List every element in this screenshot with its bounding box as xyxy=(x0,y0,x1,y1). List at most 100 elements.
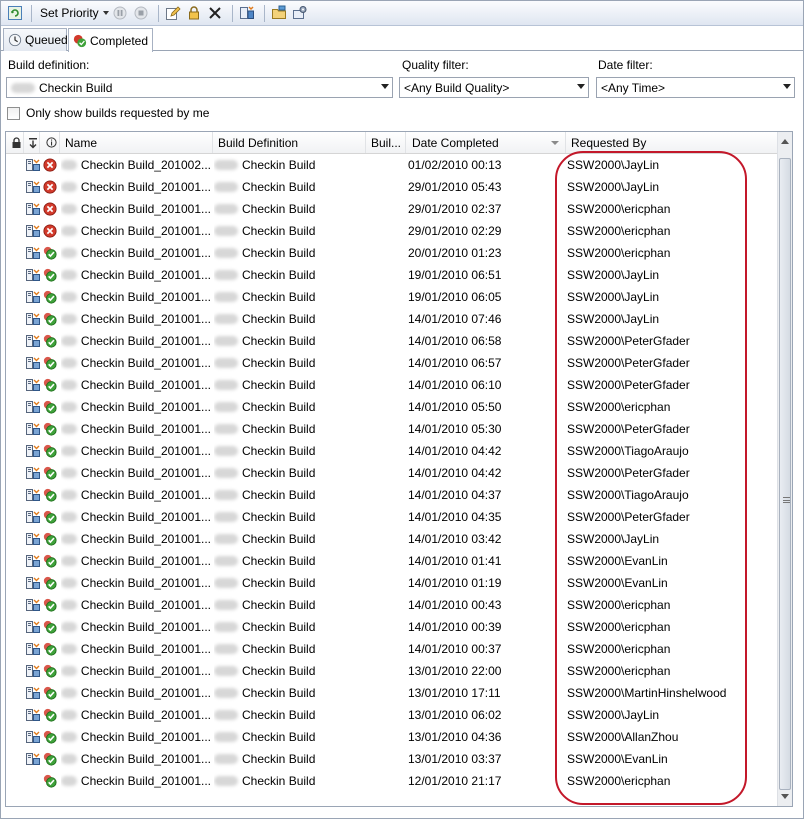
requested-by: SSW2000\ericphan xyxy=(567,246,671,260)
table-row[interactable]: Checkin Build_201001... Checkin Build 14… xyxy=(6,462,778,484)
settings-button[interactable] xyxy=(291,4,310,23)
header-build-agent[interactable]: Buil... xyxy=(366,132,406,153)
row-agent-cell xyxy=(25,682,41,704)
header-name[interactable]: Name xyxy=(60,132,213,153)
scroll-down-icon[interactable] xyxy=(781,794,789,799)
row-agent-cell xyxy=(25,462,41,484)
table-row[interactable]: Checkin Build_201001... Checkin Build 14… xyxy=(6,440,778,462)
set-priority-button[interactable]: Set Priority xyxy=(37,4,109,23)
lock-button[interactable] xyxy=(185,4,204,23)
date-completed: 14/01/2010 06:57 xyxy=(408,356,502,370)
redacted-text xyxy=(214,688,238,698)
header-status[interactable] xyxy=(40,132,60,153)
build-definition: Checkin Build xyxy=(242,576,316,590)
date-completed: 19/01/2010 06:05 xyxy=(408,290,502,304)
table-row[interactable]: Checkin Build_201001... Checkin Build 14… xyxy=(6,330,778,352)
redacted-text xyxy=(214,468,238,478)
table-row[interactable]: Checkin Build_201001... Checkin Build 14… xyxy=(6,308,778,330)
build-name: Checkin Build_201001... xyxy=(80,334,211,348)
header-priority[interactable] xyxy=(24,132,40,153)
requested-by: SSW2000\TiagoAraujo xyxy=(567,444,689,458)
pause-button[interactable] xyxy=(111,4,130,23)
header-retain[interactable] xyxy=(6,132,24,153)
row-definition-cell: Checkin Build xyxy=(214,330,364,352)
row-status-cell xyxy=(42,242,58,264)
row-requested-cell: SSW2000\JayLin xyxy=(567,154,767,176)
refresh-button[interactable] xyxy=(5,4,24,23)
only-mine-checkbox[interactable]: Only show builds requested by me xyxy=(7,106,209,120)
table-row[interactable]: Checkin Build_201001... Checkin Build 13… xyxy=(6,726,778,748)
row-status-cell xyxy=(42,440,58,462)
scroll-up-icon[interactable] xyxy=(781,139,789,144)
date-filter-combo[interactable]: <Any Time> xyxy=(596,77,795,98)
row-name-cell: Checkin Build_201001... xyxy=(61,242,211,264)
table-row[interactable]: Checkin Build_201001... Checkin Build 14… xyxy=(6,572,778,594)
header-requested-by[interactable]: Requested By xyxy=(566,132,778,153)
tab-queued[interactable]: Queued xyxy=(3,28,68,51)
open-drop-folder-button[interactable] xyxy=(270,4,289,23)
date-completed: 13/01/2010 04:36 xyxy=(408,730,502,744)
table-row[interactable]: Checkin Build_201001... Checkin Build 13… xyxy=(6,660,778,682)
build-agent-icon xyxy=(25,399,41,415)
table-row[interactable]: Checkin Build_201001... Checkin Build 14… xyxy=(6,352,778,374)
table-row[interactable]: Checkin Build_201001... Checkin Build 29… xyxy=(6,198,778,220)
row-definition-cell: Checkin Build xyxy=(214,308,364,330)
row-definition-cell: Checkin Build xyxy=(214,462,364,484)
row-status-cell xyxy=(42,198,58,220)
build-definition: Checkin Build xyxy=(242,510,316,524)
redacted-text xyxy=(61,204,77,214)
requested-by: SSW2000\JayLin xyxy=(567,268,660,282)
redacted-text xyxy=(61,512,77,522)
row-requested-cell: SSW2000\PeterGfader xyxy=(567,418,767,440)
scroll-thumb[interactable] xyxy=(779,158,791,790)
table-row[interactable]: Checkin Build_201001... Checkin Build 13… xyxy=(6,704,778,726)
build-definition-combo[interactable]: Checkin Build xyxy=(6,77,393,98)
table-row[interactable]: Checkin Build_201001... Checkin Build 14… xyxy=(6,594,778,616)
table-row[interactable]: Checkin Build_201001... Checkin Build 14… xyxy=(6,418,778,440)
row-date-cell: 14/01/2010 05:50 xyxy=(408,396,558,418)
build-agent-icon xyxy=(25,201,41,217)
vertical-scrollbar[interactable] xyxy=(777,132,792,806)
stop-button[interactable] xyxy=(132,4,151,23)
build-explorer-window: Set Priority Queued Completed Build defi… xyxy=(0,0,804,819)
table-row[interactable]: Checkin Build_201001... Checkin Build 13… xyxy=(6,682,778,704)
tab-completed-label: Completed xyxy=(90,33,149,48)
row-agent-cell xyxy=(25,484,41,506)
info-icon xyxy=(44,135,59,151)
header-date-completed[interactable]: Date Completed xyxy=(406,132,566,153)
header-build-definition[interactable]: Build Definition xyxy=(213,132,366,153)
table-row[interactable]: Checkin Build_201001... Checkin Build 13… xyxy=(6,748,778,770)
row-name-cell: Checkin Build_201001... xyxy=(61,726,211,748)
build-succeeded-icon xyxy=(42,685,58,701)
build-succeeded-icon xyxy=(42,355,58,371)
quality-filter-combo[interactable]: <Any Build Quality> xyxy=(399,77,589,98)
delete-button[interactable] xyxy=(206,4,225,23)
table-row[interactable]: Checkin Build_201001... Checkin Build 14… xyxy=(6,484,778,506)
checkbox-box[interactable] xyxy=(7,106,20,120)
tab-completed[interactable]: Completed xyxy=(68,28,153,52)
requested-by: SSW2000\JayLin xyxy=(567,532,660,546)
table-row[interactable]: Checkin Build_201001... Checkin Build 14… xyxy=(6,550,778,572)
table-row[interactable]: Checkin Build_201001... Checkin Build 14… xyxy=(6,528,778,550)
table-row[interactable]: Checkin Build_201001... Checkin Build 29… xyxy=(6,220,778,242)
build-button[interactable] xyxy=(238,4,257,23)
table-row[interactable]: Checkin Build_201001... Checkin Build 14… xyxy=(6,616,778,638)
table-row[interactable]: Checkin Build_201001... Checkin Build 14… xyxy=(6,506,778,528)
table-row[interactable]: Checkin Build_201001... Checkin Build 14… xyxy=(6,638,778,660)
table-row[interactable]: Checkin Build_201002... Checkin Build 01… xyxy=(6,154,778,176)
table-row[interactable]: Checkin Build_201001... Checkin Build 12… xyxy=(6,770,778,792)
requested-by: SSW2000\ericphan xyxy=(567,620,671,634)
row-requested-cell: SSW2000\TiagoAraujo xyxy=(567,440,767,462)
build-definition: Checkin Build xyxy=(242,246,316,260)
table-row[interactable]: Checkin Build_201001... Checkin Build 14… xyxy=(6,374,778,396)
build-agent-icon xyxy=(25,157,41,173)
edit-button[interactable] xyxy=(164,4,183,23)
table-row[interactable]: Checkin Build_201001... Checkin Build 19… xyxy=(6,264,778,286)
row-requested-cell: SSW2000\JayLin xyxy=(567,308,767,330)
table-row[interactable]: Checkin Build_201001... Checkin Build 29… xyxy=(6,176,778,198)
row-date-cell: 29/01/2010 05:43 xyxy=(408,176,558,198)
table-row[interactable]: Checkin Build_201001... Checkin Build 19… xyxy=(6,286,778,308)
build-agent-icon xyxy=(25,619,41,635)
table-row[interactable]: Checkin Build_201001... Checkin Build 20… xyxy=(6,242,778,264)
table-row[interactable]: Checkin Build_201001... Checkin Build 14… xyxy=(6,396,778,418)
